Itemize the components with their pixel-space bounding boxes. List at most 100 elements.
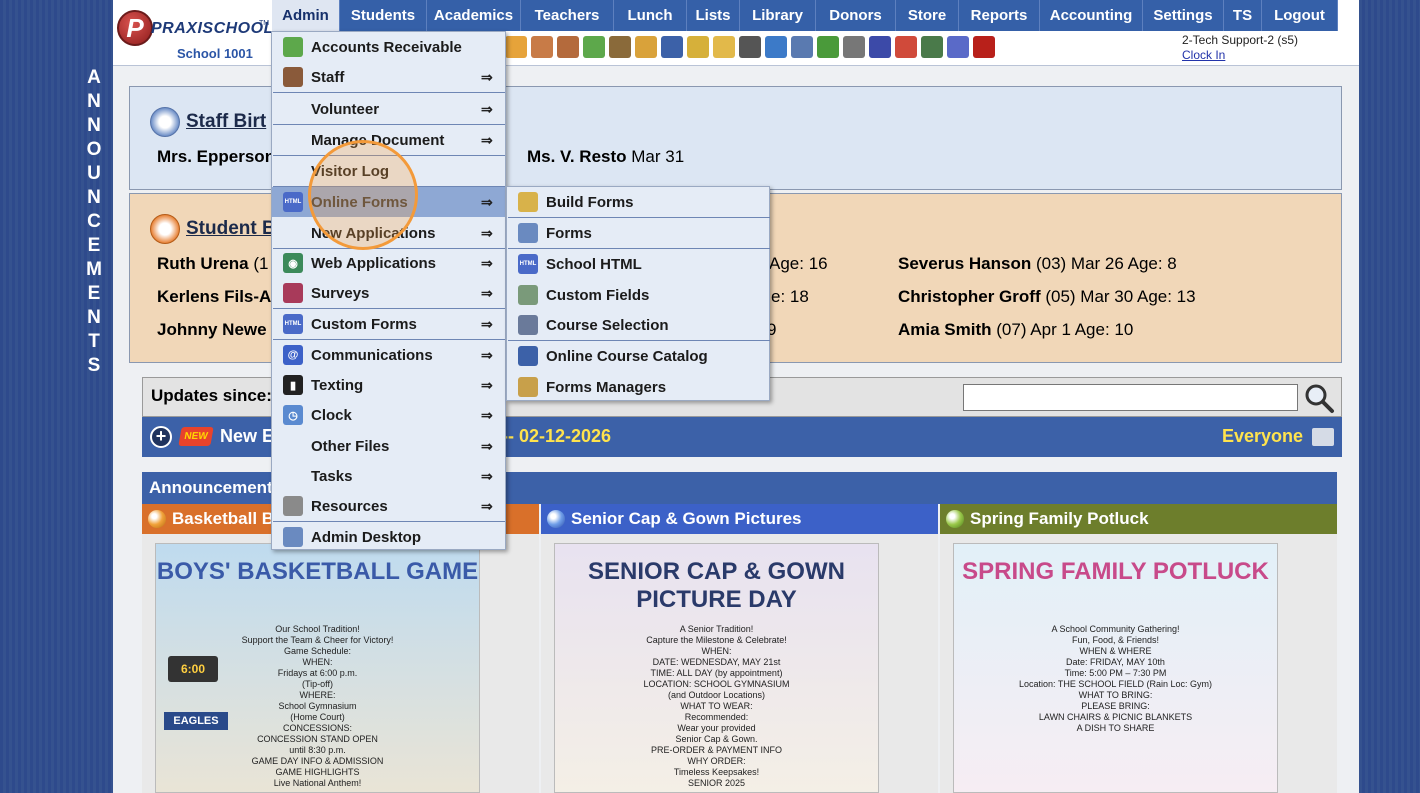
admin-menu-staff[interactable]: Staff ⇒ [272, 62, 505, 92]
online-forms-forms[interactable]: Forms [507, 218, 769, 248]
card-icon[interactable] [817, 36, 839, 58]
admin-menu-surveys[interactable]: Surveys ⇒ [272, 278, 505, 308]
export-icon[interactable] [713, 36, 735, 58]
cake-icon [150, 214, 180, 244]
burger-icon[interactable] [635, 36, 657, 58]
online-forms-online-course-catalog[interactable]: Online Course Catalog [507, 341, 769, 371]
nav-logout[interactable]: Logout [1262, 0, 1338, 31]
admin-menu-resources[interactable]: Resources ⇒ [272, 491, 505, 521]
pdf-icon[interactable] [895, 36, 917, 58]
online-forms-forms-managers[interactable]: Forms Managers [507, 372, 769, 402]
poster-line: LOCATION: SCHOOL GYMNASIUM [643, 679, 790, 689]
vertical-letter: N [87, 91, 101, 112]
nav-donors[interactable]: Donors [816, 0, 896, 31]
search-icon[interactable] [1303, 382, 1335, 414]
nav-store[interactable]: Store [896, 0, 959, 31]
student-birthdays-title[interactable]: Student B [150, 214, 276, 244]
poster-line: until 8:30 p.m. [289, 745, 346, 755]
cash-icon[interactable] [921, 36, 943, 58]
click-focus-indicator [308, 140, 418, 250]
nav-lunch[interactable]: Lunch [614, 0, 687, 31]
megaphone-icon[interactable] [505, 36, 527, 58]
nav-ts[interactable]: TS [1224, 0, 1262, 31]
nav-reports[interactable]: Reports [959, 0, 1040, 31]
submenu-arrow-icon: ⇒ [481, 497, 493, 514]
announcement-card-title[interactable]: Senior Cap & Gown Pictures [541, 504, 938, 534]
poster-line: Our School Tradition! [275, 624, 360, 634]
poster-line: WHEN & WHERE [1079, 646, 1152, 656]
user-add-icon[interactable] [531, 36, 553, 58]
admin-menu-texting[interactable]: ▮ Texting ⇒ [272, 370, 505, 400]
admin-menu-label: Admin Desktop [311, 528, 422, 546]
user-icon[interactable] [557, 36, 579, 58]
nav-settings[interactable]: Settings [1143, 0, 1224, 31]
announcement-card[interactable]: Spring Family Potluck SPRING FAMILY POTLU… [940, 504, 1337, 793]
custom-fields-icon [518, 285, 538, 305]
online-forms-custom-fields[interactable]: Custom Fields [507, 280, 769, 310]
power-icon[interactable] [973, 36, 995, 58]
online-forms-school-html[interactable]: HTML School HTML [507, 249, 769, 279]
search-input[interactable] [963, 384, 1298, 411]
nav-accounting[interactable]: Accounting [1040, 0, 1143, 31]
nav-lists[interactable]: Lists [687, 0, 740, 31]
book-icon[interactable] [661, 36, 683, 58]
help-icon[interactable] [947, 36, 969, 58]
submenu-arrow-icon: ⇒ [481, 131, 493, 148]
announcement-card[interactable]: Senior Cap & Gown Pictures SENIOR CAP & G… [541, 504, 938, 793]
admin-menu-clock[interactable]: ◷ Clock ⇒ [272, 400, 505, 430]
announcement-icon [547, 510, 565, 528]
bell-icon[interactable] [687, 36, 709, 58]
admin-menu-admin-desktop[interactable]: Admin Desktop [272, 522, 505, 552]
admin-menu-tasks[interactable]: Tasks ⇒ [272, 461, 505, 491]
announcement-poster[interactable]: SPRING FAMILY POTLUCK A School Community … [953, 543, 1278, 793]
nav-admin[interactable]: Admin [272, 0, 340, 31]
money-icon[interactable] [583, 36, 605, 58]
printer-icon[interactable] [1312, 428, 1334, 446]
logo-mark: P [117, 10, 153, 46]
admin-menu-communications[interactable]: @ Communications ⇒ [272, 340, 505, 370]
add-icon[interactable]: + [150, 426, 172, 448]
person-icon[interactable] [739, 36, 761, 58]
praxischool-logo[interactable]: P PRAXISCHOOL TM School 1001 [115, 6, 273, 62]
online-forms-build-forms[interactable]: Build Forms [507, 187, 769, 217]
poster-scoreboard: 6:00 [168, 656, 218, 682]
forms-icon [518, 223, 538, 243]
admin-menu-accounts-receivable[interactable]: Accounts Receivable [272, 32, 505, 62]
clock-icon[interactable] [765, 36, 787, 58]
submenu-label: Custom Fields [546, 286, 650, 304]
nav-teachers[interactable]: Teachers [521, 0, 614, 31]
vertical-letter: E [87, 235, 101, 256]
announcement-poster[interactable]: BOYS' BASKETBALL GAME Our School Traditio… [155, 543, 480, 793]
nav-academics[interactable]: Academics [427, 0, 521, 31]
poster-line: Date: FRIDAY, MAY 10th [1066, 657, 1165, 667]
nav-library[interactable]: Library [740, 0, 816, 31]
ap-icon[interactable] [869, 36, 891, 58]
clock-in-link[interactable]: Clock In [1182, 48, 1298, 63]
poster-line: DATE: WEDNESDAY, MAY 21st [652, 657, 781, 667]
spreadsheet-icon[interactable] [791, 36, 813, 58]
money-icon [283, 37, 303, 57]
admin-menu-label: Volunteer [311, 100, 380, 118]
vertical-letter: U [87, 163, 101, 184]
announcement-poster[interactable]: SENIOR CAP & GOWN PICTURE DAY A Senior Tr… [554, 543, 879, 793]
submenu-arrow-icon: ⇒ [481, 406, 493, 423]
admin-menu-label: Custom Forms [311, 315, 417, 333]
new-badge: NEW [178, 427, 214, 446]
admin-menu-label: Other Files [311, 437, 390, 455]
admin-menu-custom-forms[interactable]: HTML Custom Forms ⇒ [272, 309, 505, 339]
announcement-card-title[interactable]: Spring Family Potluck [940, 504, 1337, 534]
admin-menu-web-applications[interactable]: ◉ Web Applications ⇒ [272, 248, 505, 278]
student-birthday-entry-partial: e: 18 [771, 287, 809, 306]
new-label[interactable]: New E [220, 426, 274, 447]
submenu-label: School HTML [546, 255, 642, 273]
users-icon[interactable] [609, 36, 631, 58]
blank-icon [283, 99, 303, 119]
vertical-letter: E [87, 283, 101, 304]
nav-students[interactable]: Students [340, 0, 427, 31]
online-forms-course-selection[interactable]: Course Selection [507, 310, 769, 340]
admin-menu-other-files[interactable]: Other Files ⇒ [272, 431, 505, 461]
printer-icon[interactable] [843, 36, 865, 58]
staff-birthdays-title[interactable]: Staff Birt [150, 107, 266, 137]
admin-menu-volunteer[interactable]: Volunteer ⇒ [272, 94, 505, 124]
student-birthday-entry: Amia Smith (07) Apr 1 Age: 10 [898, 320, 1134, 339]
